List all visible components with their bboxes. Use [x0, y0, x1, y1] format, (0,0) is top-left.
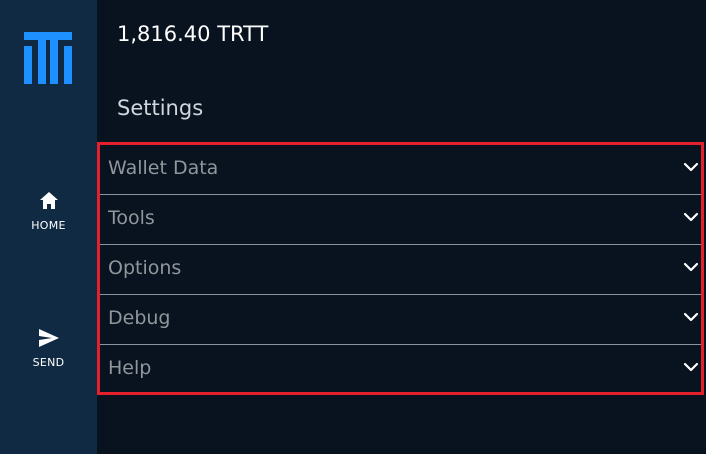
settings-item-tools[interactable]: Tools — [100, 195, 701, 245]
nav-home[interactable]: HOME — [0, 189, 97, 253]
settings-item-wallet-data[interactable]: Wallet Data — [100, 145, 701, 195]
chevron-down-icon — [683, 312, 699, 322]
wallet-balance: 1,816.40 TRTT — [117, 22, 269, 46]
settings-item-label: Help — [108, 357, 152, 379]
settings-list: Wallet Data Tools Options Debug Help — [97, 142, 704, 395]
settings-item-label: Tools — [108, 207, 155, 229]
app-logo — [24, 32, 72, 84]
nav-send[interactable]: SEND — [0, 326, 97, 390]
chevron-down-icon — [683, 162, 699, 172]
sidebar: HOME SEND — [0, 0, 97, 454]
page-title: Settings — [117, 96, 204, 120]
settings-item-help[interactable]: Help — [100, 345, 701, 395]
nav-send-label: SEND — [32, 356, 65, 369]
main-content: 1,816.40 TRTT Settings Wallet Data Tools… — [97, 0, 706, 454]
chevron-down-icon — [683, 262, 699, 272]
settings-item-label: Debug — [108, 307, 171, 329]
home-icon — [39, 192, 58, 209]
settings-item-debug[interactable]: Debug — [100, 295, 701, 345]
nav-home-label: HOME — [31, 219, 66, 232]
settings-item-options[interactable]: Options — [100, 245, 701, 295]
chevron-down-icon — [683, 212, 699, 222]
chevron-down-icon — [683, 362, 699, 372]
send-icon — [38, 329, 59, 347]
settings-item-label: Options — [108, 257, 182, 279]
settings-item-label: Wallet Data — [108, 157, 219, 179]
wallet-app: HOME SEND 1,816.40 TRTT Settings Wallet … — [0, 0, 706, 454]
